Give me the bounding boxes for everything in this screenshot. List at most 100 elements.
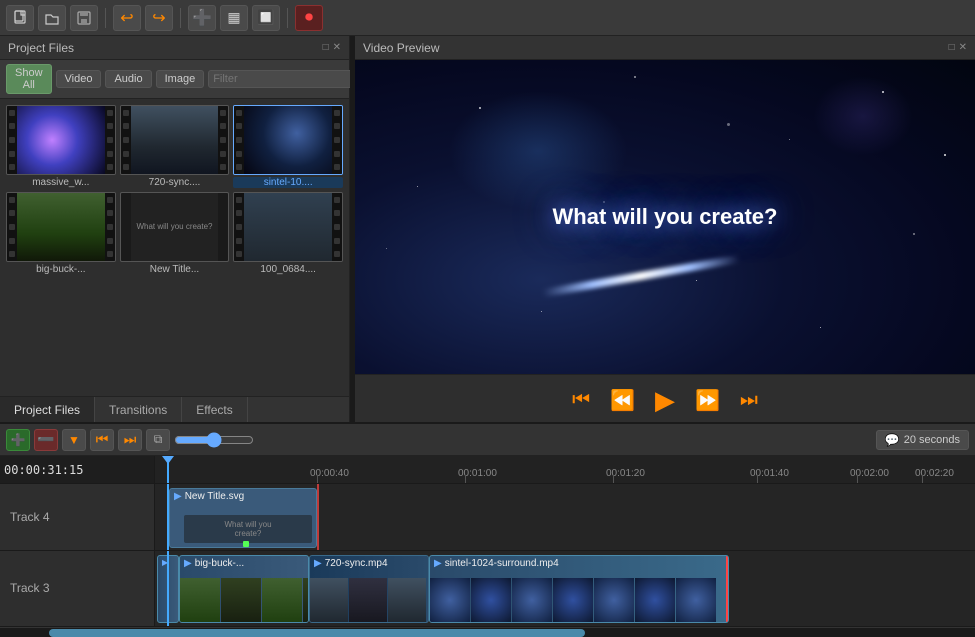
preview-header-icons: □ ✕: [949, 42, 967, 53]
rewind-button[interactable]: ⏪: [604, 386, 641, 415]
jump-start-button[interactable]: ⏮: [90, 429, 114, 451]
export-button[interactable]: 🔲: [252, 5, 280, 31]
filter-dropdown-button[interactable]: ▼: [62, 429, 86, 451]
left-panel: Project Files □ ✕ Show All Video Audio I…: [0, 36, 350, 426]
ruler-tick: [757, 475, 758, 483]
zoom-label: 20 seconds: [904, 434, 960, 446]
ruler-playhead: [167, 456, 169, 484]
layout-button[interactable]: ▦: [220, 5, 248, 31]
redo-button[interactable]: ↪: [145, 5, 173, 31]
preview-background: What will you create?: [355, 60, 975, 374]
track-4-row: Track 4 ▶ New Title.svg What will youcre…: [0, 484, 975, 551]
preview-overlay-text: What will you create?: [553, 204, 778, 230]
tab-project-files[interactable]: Project Files: [0, 397, 95, 425]
panel-close-icon[interactable]: ✕: [333, 42, 341, 53]
zoom-slider[interactable]: [174, 432, 254, 448]
ruler-mark-40: 00:00:40: [310, 468, 349, 479]
track-3-content[interactable]: ▶ ▶ big-buck-... ▶: [155, 551, 975, 626]
clip-play-icon: ▶: [174, 491, 182, 502]
media-item-label: sintel-10....: [233, 177, 343, 188]
open-project-button[interactable]: [38, 5, 66, 31]
filter-bar: Show All Video Audio Image ✕: [0, 60, 349, 99]
new-project-button[interactable]: [6, 5, 34, 31]
clip-newtitle[interactable]: ▶ New Title.svg What will youcreate?: [169, 488, 317, 548]
ruler-mark-120: 00:01:20: [606, 468, 645, 479]
add-clip-button[interactable]: ➕: [188, 5, 216, 31]
ruler-mark-200: 00:02:00: [850, 468, 889, 479]
jump-to-start-button[interactable]: ⏮: [566, 387, 596, 414]
jump-end-button[interactable]: ⏭: [118, 429, 142, 451]
snap-button[interactable]: ⧉: [146, 429, 170, 451]
media-item-newtitle[interactable]: What will you create? New Title...: [120, 192, 230, 275]
ruler-mark-140: 00:01:40: [750, 468, 789, 479]
filter-input[interactable]: [208, 70, 360, 88]
clip-icon: ▶: [434, 558, 442, 569]
fast-forward-button[interactable]: ⏩: [689, 386, 726, 415]
panel-pin-icon[interactable]: □: [323, 42, 329, 53]
comment-icon: 💬: [885, 433, 900, 447]
media-item-massive[interactable]: massive_w...: [6, 105, 116, 188]
timecode-display: 00:00:31:15: [0, 456, 155, 484]
preview-close-icon[interactable]: ✕: [959, 42, 967, 53]
zoom-seconds-badge: 💬 20 seconds: [876, 430, 969, 450]
toolbar-separator-3: [287, 8, 288, 28]
timeline-ruler[interactable]: 00:00:40 00:01:00 00:01:20 00:01:40 00:0…: [155, 456, 975, 484]
clip-sintel[interactable]: ▶ sintel-1024-surround.mp4: [429, 555, 729, 623]
panel-header-icons: □ ✕: [323, 42, 341, 53]
play-button[interactable]: ▶: [649, 383, 681, 418]
filter-show-all-button[interactable]: Show All: [6, 64, 52, 94]
tracks-area: Track 4 ▶ New Title.svg What will youcre…: [0, 484, 975, 627]
ruler-mark-220: 00:02:20: [915, 468, 954, 479]
main-area: Project Files □ ✕ Show All Video Audio I…: [0, 36, 975, 426]
preview-pin-icon[interactable]: □: [949, 42, 955, 53]
timeline-scrollbar[interactable]: [0, 627, 975, 637]
playhead-diamond: [162, 456, 174, 464]
add-track-button[interactable]: ➕: [6, 429, 30, 451]
undo-button[interactable]: ↩: [113, 5, 141, 31]
record-button[interactable]: ⏺: [295, 5, 323, 31]
clip-label: sintel-1024-surround.mp4: [445, 558, 559, 569]
preview-light-streak: [542, 255, 740, 298]
media-item-100-0684[interactable]: 100_0684....: [233, 192, 343, 275]
toolbar-separator-1: [105, 8, 106, 28]
preview-title: Video Preview: [363, 41, 440, 55]
clip-icon: ▶: [184, 558, 192, 569]
track3-playhead: [167, 551, 169, 626]
clip-end-line: [726, 556, 728, 622]
clip-end-marker: [243, 541, 249, 547]
save-project-button[interactable]: [70, 5, 98, 31]
playback-controls: ⏮ ⏪ ▶ ⏩ ⏭: [355, 374, 975, 426]
ruler-tick: [922, 475, 923, 483]
media-item-sintel[interactable]: sintel-10....: [233, 105, 343, 188]
media-item-720sync[interactable]: 720-sync....: [120, 105, 230, 188]
ruler-mark-100: 00:01:00: [458, 468, 497, 479]
ruler-row: 00:00:31:15 00:00:40 00:01:00 00:01:20 0…: [0, 456, 975, 484]
media-item-label: New Title...: [120, 264, 230, 275]
main-toolbar: ↩ ↪ ➕ ▦ 🔲 ⏺: [0, 0, 975, 36]
filter-audio-button[interactable]: Audio: [105, 70, 151, 88]
scrollbar-thumb[interactable]: [49, 629, 585, 637]
ruler-tick: [317, 475, 318, 483]
tab-transitions[interactable]: Transitions: [95, 397, 182, 425]
ruler-tick: [465, 475, 466, 483]
timeline-toolbar: ➕ ➖ ▼ ⏮ ⏭ ⧉ 💬 20 seconds: [0, 424, 975, 456]
media-item-bigbuck[interactable]: big-buck-...: [6, 192, 116, 275]
clip-label: New Title.svg: [185, 491, 244, 502]
preview-header: Video Preview □ ✕: [355, 36, 975, 60]
clip-bigbuck[interactable]: ▶ big-buck-...: [179, 555, 309, 623]
remove-track-button[interactable]: ➖: [34, 429, 58, 451]
clip-720sync[interactable]: ▶ 720-sync.mp4: [309, 555, 429, 623]
right-panel: Video Preview □ ✕: [355, 36, 975, 426]
ruler-tick: [613, 475, 614, 483]
filter-video-button[interactable]: Video: [56, 70, 102, 88]
tab-effects[interactable]: Effects: [182, 397, 247, 425]
track-4-label: Track 4: [0, 484, 155, 550]
media-grid: massive_w... 720-sync.... sintel-10....: [0, 99, 349, 396]
track-4-content[interactable]: ▶ New Title.svg What will youcreate?: [155, 484, 975, 550]
timeline-section: ➕ ➖ ▼ ⏮ ⏭ ⧉ 💬 20 seconds 00:00:31:15 00:…: [0, 422, 975, 637]
project-files-title: Project Files: [8, 41, 74, 55]
project-files-header: Project Files □ ✕: [0, 36, 349, 60]
media-item-label: big-buck-...: [6, 264, 116, 275]
filter-image-button[interactable]: Image: [156, 70, 205, 88]
jump-to-end-button[interactable]: ⏭: [734, 387, 764, 414]
